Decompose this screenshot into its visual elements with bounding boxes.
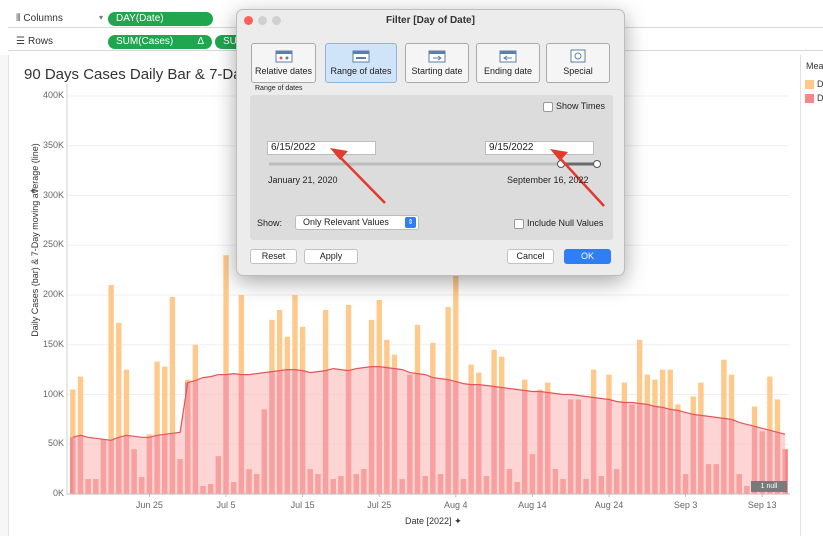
ok-button[interactable]: OK — [564, 249, 611, 264]
slider-end-handle[interactable] — [593, 160, 601, 168]
include-null-label: Include Null Values — [527, 218, 604, 228]
arrow-head-icon — [330, 148, 348, 160]
filter-dialog: Filter [Day of Date] Relative dates Rang… — [236, 9, 625, 276]
range-max-label: September 16, 2022 — [507, 175, 589, 185]
range-slider[interactable] — [237, 10, 626, 277]
chevron-updown-icon: ⇕ — [405, 217, 416, 228]
apply-button[interactable]: Apply — [304, 249, 358, 264]
show-values-select[interactable]: Only Relevant Values ⇕ — [295, 215, 419, 230]
show-label: Show: — [257, 218, 283, 228]
null-indicator-badge[interactable]: 1 null — [751, 481, 787, 492]
range-min-label: January 21, 2020 — [268, 175, 338, 185]
include-null-checkbox[interactable] — [514, 219, 524, 229]
annotation-arrow-start — [336, 153, 386, 204]
cancel-button[interactable]: Cancel — [507, 249, 554, 264]
reset-button[interactable]: Reset — [250, 249, 297, 264]
moving-average-area — [72, 366, 786, 494]
arrow-head-icon — [550, 149, 568, 161]
